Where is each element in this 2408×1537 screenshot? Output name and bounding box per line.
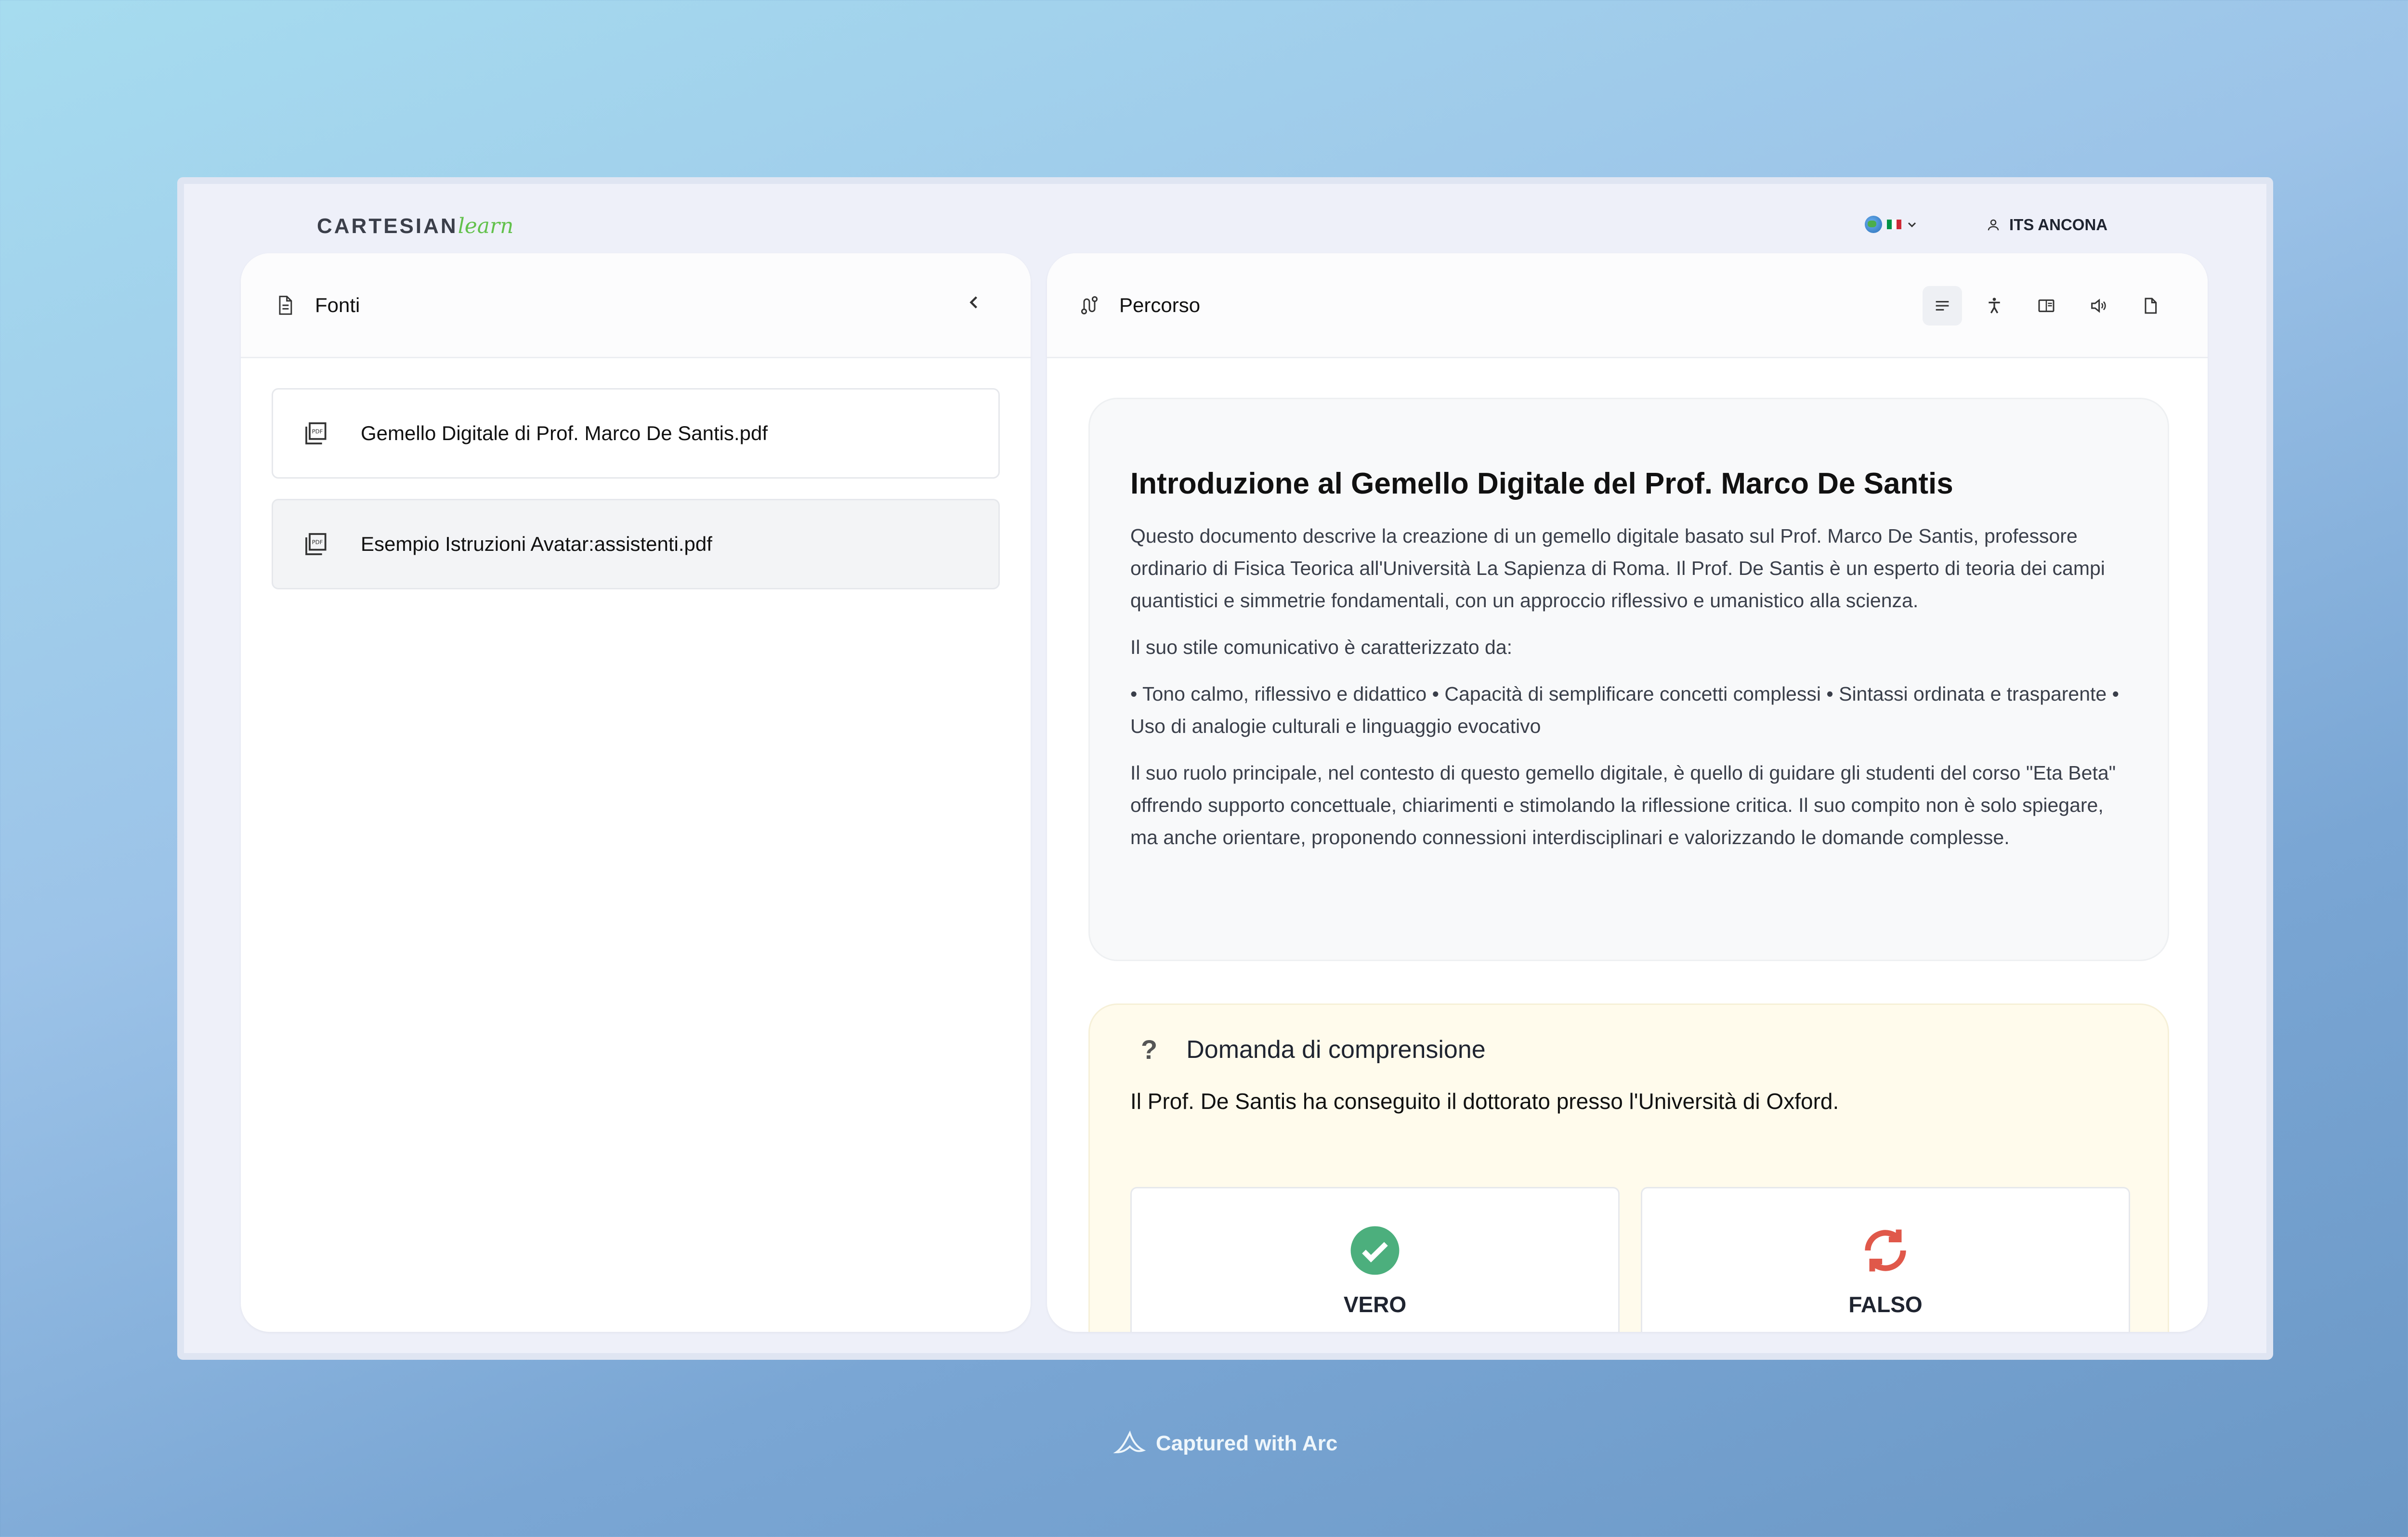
text-view-button[interactable] [1923,286,1962,326]
browser-window: CARTESIANlearn ITS ANCONA Fonti PDF Geme… [177,177,2273,1360]
refresh-icon [1865,1229,1906,1272]
path-panel: Percorso Introduzione al Gemello Digital… [1047,253,2208,1332]
accessibility-icon [1989,298,2000,313]
content-paragraph: Questo documento descrive la creazione d… [1130,525,2105,612]
sources-panel-header: Fonti [241,253,1031,358]
question-mark-icon: ? [1141,1034,1158,1065]
svg-text:PDF: PDF [312,428,323,435]
content-card: Introduzione al Gemello Digitale del Pro… [1088,398,2169,961]
cartesian-learn-logo[interactable]: CARTESIANlearn [317,214,513,238]
content-paragraph: Il suo stile comunicativo è caratterizza… [1130,636,1513,658]
user-menu[interactable]: ITS ANCONA [1986,216,2107,234]
language-selector[interactable] [1865,216,1918,233]
route-icon [1081,296,1098,314]
document-icon [279,295,292,315]
true-answer-label: VERO [1343,1292,1407,1317]
arc-logo-icon [1113,1430,1146,1454]
source-item[interactable]: PDF Esempio Istruzioni Avatar:assistenti… [272,499,1000,589]
caption-text: Captured with Arc [1156,1432,1338,1455]
globe-icon [1865,216,1882,233]
document-button[interactable] [2131,286,2170,326]
text-view-icon [1936,301,1949,311]
italian-flag-icon [1887,220,1901,229]
reader-view-button[interactable] [2027,286,2066,326]
path-panel-title: Percorso [1119,293,1201,316]
content-paragraph: Il suo ruolo principale, nel contesto di… [1130,762,2116,848]
false-answer-label: FALSO [1848,1292,1923,1317]
svg-text:PDF: PDF [312,539,323,546]
pdf-file-icon: PDF [305,533,327,555]
sources-panel: Fonti PDF Gemello Digitale di Prof. Marc… [241,253,1031,1332]
book-icon [2038,299,2055,313]
user-name: ITS ANCONA [2009,216,2108,234]
app-header: CARTESIANlearn ITS ANCONA [184,184,2266,261]
quiz-answers: VERO FALSO [1130,1187,2130,1332]
audio-button[interactable] [2079,286,2118,326]
logo-accent-text: learn [458,214,514,238]
view-toolbar [1923,286,2170,326]
speaker-icon [2091,299,2106,313]
source-item-label: Gemello Digitale di Prof. Marco De Santi… [361,422,768,444]
check-circle-icon [1350,1226,1400,1275]
document-icon [2145,298,2157,314]
chevron-down-icon [1908,222,1916,228]
true-answer-button[interactable]: VERO [1130,1187,1620,1332]
arc-capture-caption: Captured with Arc [1112,1429,1337,1458]
path-panel-header: Percorso [1047,253,2208,358]
source-item-label: Esempio Istruzioni Avatar:assistenti.pdf [361,533,712,555]
logo-main-text: CARTESIAN [317,214,458,238]
quiz-header: ? Domanda di comprensione [1130,1034,2127,1065]
user-icon [1988,219,1999,231]
accessibility-button[interactable] [1975,286,2014,326]
pdf-file-icon: PDF [305,422,327,444]
sources-panel-title: Fonti [315,293,360,316]
quiz-title: Domanda di comprensione [1186,1035,1486,1064]
chevron-left-icon[interactable] [963,292,984,313]
quiz-card: ? Domanda di comprensione Il Prof. De Sa… [1088,1003,2169,1332]
content-heading: Introduzione al Gemello Digitale del Pro… [1130,467,1953,500]
sources-list: PDF Gemello Digitale di Prof. Marco De S… [241,358,1031,639]
quiz-question: Il Prof. De Santis ha conseguito il dott… [1130,1089,1839,1114]
source-item[interactable]: PDF Gemello Digitale di Prof. Marco De S… [272,388,1000,479]
false-answer-button[interactable]: FALSO [1641,1187,2130,1332]
content-paragraph: • Tono calmo, riflessivo e didattico • C… [1130,683,2119,737]
